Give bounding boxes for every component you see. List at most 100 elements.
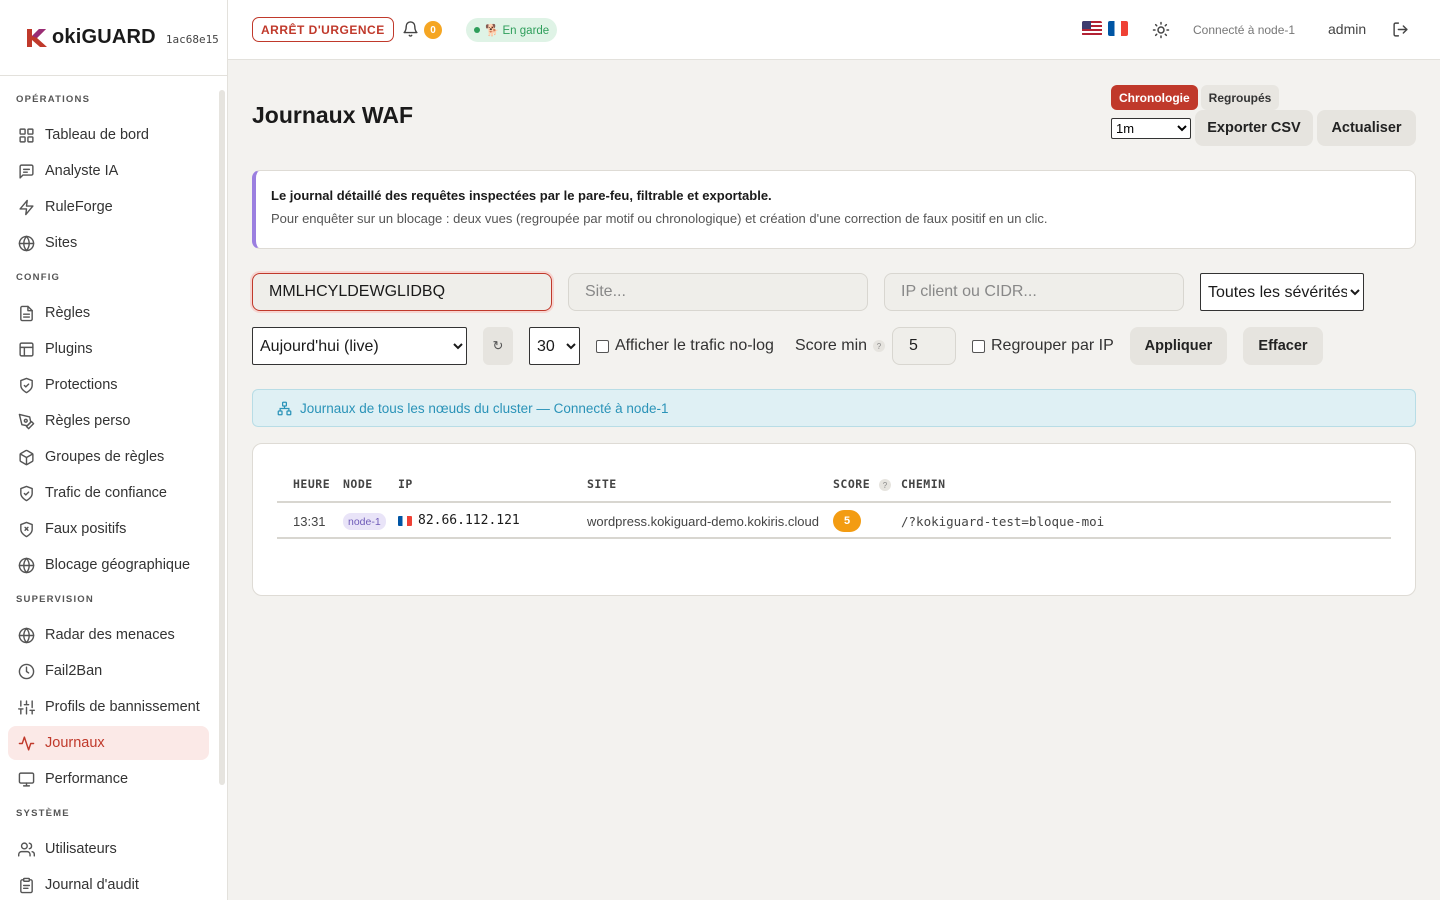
sidebar-item-tableau-de-bord[interactable]: Tableau de bord <box>8 118 209 152</box>
view-mode-toggle: Chronologie Regroupés <box>1111 85 1280 110</box>
sidebar-item-performance[interactable]: Performance <box>8 762 209 796</box>
sidebar-item-analyste-ia[interactable]: Analyste IA <box>8 154 209 188</box>
guard-status-badge: 🐕 En garde <box>466 18 558 42</box>
logout-icon[interactable] <box>1392 21 1409 38</box>
nav-section-title: SYSTÈME <box>16 808 70 819</box>
sidebar-item-faux-positifs[interactable]: Faux positifs <box>8 512 209 546</box>
group-by-ip-checkbox-box[interactable] <box>972 339 985 353</box>
export-csv-button[interactable]: Exporter CSV <box>1195 110 1313 146</box>
brand-name: okiGUARD <box>52 26 156 48</box>
site-filter-input[interactable]: Site... <box>568 273 868 311</box>
ip-filter-input[interactable]: IP client ou CIDR... <box>884 273 1184 311</box>
box-icon <box>19 449 34 465</box>
cluster-notice-text: Journaux de tous les nœuds du cluster — … <box>300 400 669 416</box>
chat-icon <box>19 163 34 179</box>
sidebar-item-label: Trafic de confiance <box>45 485 167 501</box>
sidebar-item-protections[interactable]: Protections <box>8 368 209 402</box>
sidebar-item-label: Groupes de règles <box>45 449 165 465</box>
clear-button[interactable]: Effacer <box>1243 327 1323 365</box>
sidebar-item-plugins[interactable]: Plugins <box>8 332 209 366</box>
score-help-icon[interactable]: ? <box>879 479 891 491</box>
reload-icon[interactable]: ↻ <box>483 327 513 365</box>
sidebar-item-label: Radar des menaces <box>45 627 175 643</box>
brand[interactable]: okiGUARD 1ac68e15 <box>0 0 227 76</box>
sidebar-nav: OPÉRATIONS Tableau de bord Analyste IA Rule… <box>0 76 215 900</box>
globe-icon <box>18 627 35 643</box>
column-node[interactable]: NODE <box>343 477 373 503</box>
nolog-checkbox-box[interactable] <box>596 339 609 353</box>
fr-flag-icon <box>398 516 412 526</box>
status-dot-icon <box>474 27 480 33</box>
sidebar-item-trafic-de-confiance[interactable]: Trafic de confiance <box>8 476 209 510</box>
period-select[interactable]: Aujourd'hui (live) <box>252 327 467 365</box>
limit-select[interactable]: 30 <box>529 327 580 365</box>
severity-select[interactable]: Toutes les sévérités <box>1200 273 1364 311</box>
sidebar-scrollbar[interactable] <box>219 90 225 785</box>
nav-section-title: CONFIG <box>16 272 61 283</box>
sidebar-item-utilisateurs[interactable]: Utilisateurs <box>8 832 209 866</box>
apply-button[interactable]: Appliquer <box>1130 327 1227 365</box>
notification-count-badge: 0 <box>424 21 442 39</box>
sidebar-item-label: Utilisateurs <box>45 841 117 857</box>
column-ip[interactable]: IP <box>398 477 413 503</box>
ip-filter-placeholder: IP client ou CIDR... <box>901 283 1037 300</box>
us-flag-icon[interactable] <box>1082 21 1102 36</box>
sidebar-item-groupes-de-regles[interactable]: Groupes de règles <box>8 440 209 474</box>
nav-section-title: SUPERVISION <box>16 594 94 605</box>
grid-icon <box>19 127 34 143</box>
logo-icon <box>27 28 47 47</box>
nolog-checkbox[interactable]: Afficher le trafic no-log <box>596 337 774 355</box>
sidebar-item-journal-d-audit[interactable]: Journal d'audit <box>8 868 209 900</box>
view-mode-timeline[interactable]: Chronologie <box>1111 85 1198 110</box>
refresh-interval-select[interactable]: 1m <box>1111 118 1191 139</box>
sidebar-item-label: Règles perso <box>45 413 131 429</box>
row-site: wordpress.kokiguard-demo.kokiris.cloud <box>587 514 819 529</box>
sidebar-item-label: Fail2Ban <box>45 663 103 679</box>
page-title: Journaux WAF <box>252 102 414 128</box>
sidebar-item-label: Blocage géographique <box>45 557 191 573</box>
sidebar-item-regles[interactable]: Règles <box>8 296 209 330</box>
monitor-icon <box>18 771 35 787</box>
search-input[interactable]: MMLHCYLDEWGLIDBQ <box>252 273 552 311</box>
score-min-input[interactable]: 5 <box>892 327 956 365</box>
group-by-ip-checkbox[interactable]: Regrouper par IP <box>972 337 1114 355</box>
info-title: Le journal détaillé des requêtes inspect… <box>271 188 772 203</box>
column-site[interactable]: SITE <box>587 477 617 503</box>
sidebar-item-profils-de-bannissement[interactable]: Profils de bannissement <box>8 690 209 724</box>
column-score[interactable]: SCORE <box>833 477 870 503</box>
help-icon[interactable]: ? <box>873 340 885 352</box>
emergency-stop-button[interactable]: ARRÊT D'URGENCE <box>252 17 394 42</box>
bell-icon[interactable] <box>402 20 419 38</box>
column-path[interactable]: CHEMIN <box>901 477 946 503</box>
refresh-button[interactable]: Actualiser <box>1317 110 1416 146</box>
sidebar-item-label: Journaux <box>45 735 105 751</box>
nolog-label: Afficher le trafic no-log <box>615 337 774 354</box>
sidebar-item-radar-des-menaces[interactable]: Radar des menaces <box>8 618 209 652</box>
score-min-label: Score min <box>795 337 868 354</box>
sidebar-item-regles-perso[interactable]: Règles perso <box>8 404 209 438</box>
clock-icon <box>18 663 35 679</box>
sidebar-item-fail2ban[interactable]: Fail2Ban <box>8 654 209 688</box>
sidebar-item-ruleforge[interactable]: RuleForge <box>8 190 209 224</box>
fr-flag-icon[interactable] <box>1108 21 1128 36</box>
users-icon <box>18 841 35 857</box>
sidebar-item-journaux[interactable]: Journaux <box>8 726 209 760</box>
table-row[interactable]: 13:31 node-1 82.66.112.121 wordpress.kok… <box>277 504 1391 539</box>
guard-status-label: 🐕 En garde <box>485 25 550 37</box>
column-time[interactable]: HEURE <box>293 477 330 503</box>
sun-icon[interactable] <box>1152 21 1170 39</box>
view-mode-grouped[interactable]: Regroupés <box>1200 85 1280 110</box>
user-name[interactable]: admin <box>1328 21 1366 37</box>
main-content: Journaux WAF Chronologie Regroupés 1m Ex… <box>228 60 1440 900</box>
group-by-ip-label: Regrouper par IP <box>991 337 1114 354</box>
shield-check-icon <box>20 485 33 501</box>
row-ip[interactable]: 82.66.112.121 <box>418 513 520 528</box>
row-path[interactable]: /?kokiguard-test=bloque-moi <box>901 514 1104 529</box>
sidebar-item-sites[interactable]: Sites <box>8 226 209 260</box>
clipboard-icon <box>20 877 33 893</box>
file-icon <box>20 305 33 321</box>
sidebar-item-blocage-geographique[interactable]: Blocage géographique <box>8 548 209 582</box>
sidebar-item-label: Journal d'audit <box>45 877 139 893</box>
pen-tool-icon <box>18 413 35 429</box>
sidebar-item-label: Performance <box>45 771 129 787</box>
